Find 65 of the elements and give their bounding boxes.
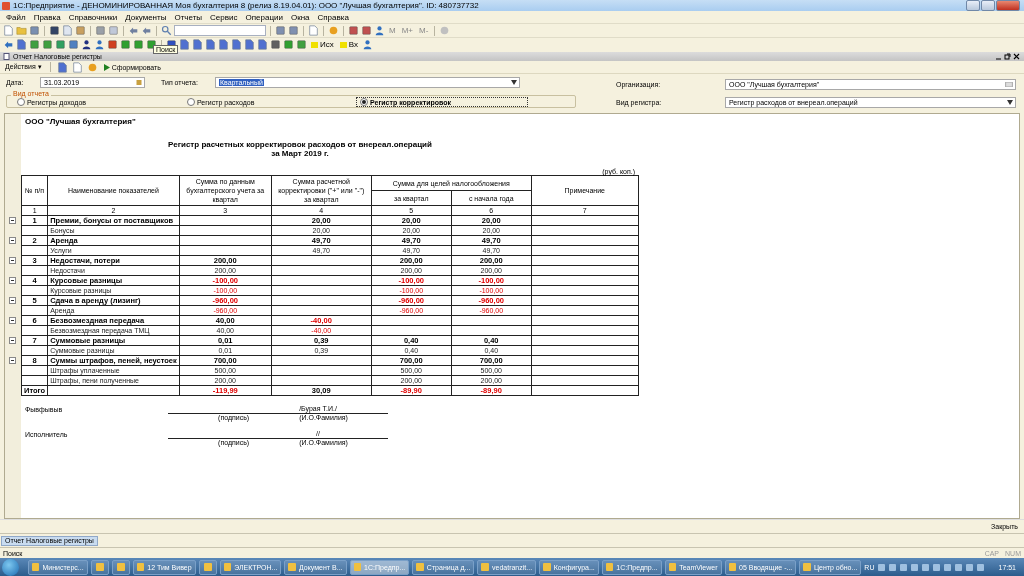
start-button[interactable] bbox=[2, 558, 19, 576]
document-icon[interactable] bbox=[192, 39, 203, 50]
table-cell bbox=[21, 305, 48, 316]
company-name: ООО "Лучшая бухгалтерия" bbox=[24, 116, 137, 126]
menu-item[interactable]: Документы bbox=[125, 12, 167, 22]
taskbar-button[interactable] bbox=[90, 559, 109, 575]
menu-item[interactable]: Отчеты bbox=[174, 12, 203, 22]
collapse-icon[interactable] bbox=[9, 237, 16, 244]
maximize-button[interactable] bbox=[981, 0, 995, 11]
table-cell bbox=[21, 375, 48, 386]
search-field[interactable] bbox=[174, 25, 266, 36]
collapse-icon[interactable] bbox=[9, 337, 16, 344]
document-icon[interactable] bbox=[257, 39, 268, 50]
document-icon[interactable] bbox=[231, 39, 242, 50]
collapse-icon[interactable] bbox=[9, 217, 16, 224]
person-icon[interactable] bbox=[94, 39, 105, 50]
app-icon bbox=[2, 1, 10, 10]
undo-icon[interactable] bbox=[128, 25, 139, 36]
report-title: Регистр расчетных корректировок расходов от внереал.операций bbox=[167, 140, 433, 149]
menu-item[interactable]: Операции bbox=[245, 12, 283, 22]
pointer-icon[interactable] bbox=[3, 39, 14, 50]
document-icon[interactable] bbox=[179, 39, 190, 50]
table-cell bbox=[21, 325, 48, 336]
taskbar-button[interactable] bbox=[111, 559, 130, 575]
collapse-icon[interactable] bbox=[9, 317, 16, 324]
close-button[interactable] bbox=[996, 0, 1020, 11]
minimize-button[interactable] bbox=[966, 0, 980, 11]
table-cell bbox=[21, 245, 48, 256]
document-icon[interactable] bbox=[16, 39, 27, 50]
window-title: 1С:Предприятие - ДЕНОМИНИРОВАННАЯ Моя бухгалтерия 8 (релиз 8.19.04.01): ООО "Лучшая бухгалтерия". ID: 480737732 bbox=[13, 1, 480, 10]
menu-item[interactable]: Справочники bbox=[68, 12, 118, 22]
collapse-icon[interactable] bbox=[9, 257, 16, 264]
dropdown-arrow-icon[interactable] bbox=[511, 80, 517, 85]
document-icon[interactable] bbox=[205, 39, 216, 50]
menu-item[interactable]: Файл bbox=[6, 12, 26, 22]
report-period: за Март 2019 г. bbox=[270, 149, 330, 158]
table-cell bbox=[21, 345, 48, 356]
document-icon bbox=[3, 53, 10, 60]
table-cell bbox=[21, 265, 48, 276]
toolbar-button[interactable]: Исх bbox=[309, 40, 336, 49]
person-icon[interactable] bbox=[362, 39, 373, 50]
page-icon[interactable] bbox=[308, 25, 319, 36]
document-icon[interactable] bbox=[218, 39, 229, 50]
menu-item[interactable]: Сервис bbox=[210, 12, 238, 22]
collapse-icon[interactable] bbox=[9, 277, 16, 284]
menu-item[interactable]: Справка bbox=[317, 12, 349, 22]
people-icon[interactable] bbox=[81, 39, 92, 50]
person-icon[interactable] bbox=[374, 25, 385, 36]
menu-item[interactable]: Окна bbox=[290, 12, 310, 22]
table-cell bbox=[21, 285, 48, 296]
search-icon[interactable] bbox=[161, 25, 172, 36]
table-cell bbox=[21, 225, 48, 236]
close-icon[interactable] bbox=[1013, 53, 1020, 60]
collapse-icon[interactable] bbox=[9, 357, 16, 364]
page-icon[interactable] bbox=[3, 25, 14, 36]
taskbar-button[interactable] bbox=[198, 559, 217, 575]
document-icon[interactable] bbox=[244, 39, 255, 50]
play-icon bbox=[103, 63, 110, 71]
restore-icon[interactable] bbox=[1004, 53, 1011, 60]
menu-item[interactable]: Правка bbox=[33, 12, 61, 22]
folder-icon[interactable] bbox=[16, 25, 27, 36]
collapse-icon[interactable] bbox=[9, 297, 16, 304]
table-cell bbox=[21, 365, 48, 376]
dropdown-arrow-icon[interactable] bbox=[1007, 100, 1013, 105]
toolbar-button[interactable]: Вх bbox=[337, 40, 360, 49]
